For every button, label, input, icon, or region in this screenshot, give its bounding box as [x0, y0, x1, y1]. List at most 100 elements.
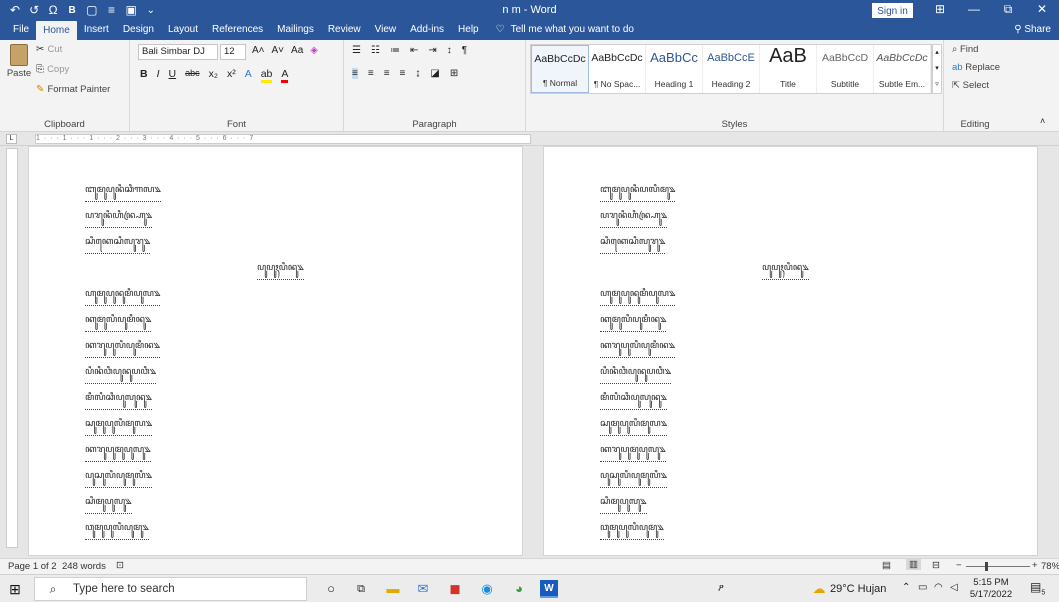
text-line[interactable]: ꦥꦫꦸꦤꦶꦲꦶꦤ꧀ꦲꦿꦸ꧉ [600, 207, 668, 228]
clear-format-icon[interactable]: ◈ [310, 45, 318, 56]
numbering-icon[interactable]: ☷ [371, 45, 380, 56]
find-button[interactable]: ⌕ Find [952, 44, 978, 55]
text-line[interactable]: ꦥꦸꦱꦸꦭꦶꦥꦸꦩꦸꦭꦶ꧉ [85, 467, 153, 488]
increase-indent-icon[interactable]: ⇥ [428, 45, 436, 56]
justify-icon[interactable]: ≡ [400, 68, 406, 79]
text-line[interactable]: ꦏꦸꦩꦸꦭꦶꦥꦸꦩꦶꦤꦸ꧉ [600, 311, 667, 332]
text-line[interactable]: ꦩꦶꦭꦶꦕꦶꦥꦸꦭꦸꦤꦸ꧉ [85, 389, 152, 410]
style-heading-1[interactable]: AaBbCc Heading 1 [646, 45, 703, 93]
save-icon[interactable]: ▣ [125, 3, 136, 17]
notification-icon[interactable]: ▤5 [1030, 580, 1045, 596]
tab-insert[interactable]: Insert [77, 20, 116, 40]
omega-icon[interactable]: Ω [48, 3, 58, 17]
text-line[interactable]: ꦱꦶꦩꦸꦥꦸꦭꦸ꧉ [85, 493, 132, 514]
text-effects-icon[interactable]: A [245, 68, 252, 83]
page-right[interactable]: ꦧꦸꦩꦸꦥꦸꦤꦶꦥꦭꦶꦩꦸ꧉ ꦥꦫꦸꦤꦶꦲꦶꦤ꧀ꦲꦿꦸ꧉ ꦱꦶꦏꦺꦱꦶꦭꦸꦫꦸ꧉… [543, 146, 1038, 556]
text-line[interactable]: ꦩꦶꦭꦶꦕꦶꦥꦸꦭꦸꦤꦸ꧉ [600, 389, 667, 410]
clock[interactable]: 5:15 PM 5/17/2022 [966, 577, 1016, 601]
tab-layout[interactable]: Layout [161, 20, 205, 40]
text-line[interactable]: ꦱꦶꦏꦺꦱꦶꦭꦸꦫꦸ꧉ [85, 233, 151, 254]
word-count[interactable]: 248 words [62, 561, 106, 572]
text-line[interactable]: ꦱꦶꦩꦸꦥꦸꦭꦸ꧉ [600, 493, 647, 514]
print-layout-icon[interactable]: ▥ [906, 559, 921, 570]
windows-start-icon[interactable]: ⊞ [6, 580, 24, 598]
style-heading-2[interactable]: AaBbCcE Heading 2 [703, 45, 760, 93]
page-left[interactable]: ꦧꦸꦩꦸꦥꦸꦤꦶꦕꦶꦒꦭ꧉ ꦥꦫꦸꦤꦶꦲꦶꦤ꧀ꦲꦿꦸ꧉ ꦱꦶꦏꦺꦱꦶꦭꦸꦫꦸ꧉ … [28, 146, 523, 556]
text-line[interactable]: ꦏꦫꦸꦥꦸꦩꦸꦥꦸꦭꦸ꧉ [600, 441, 666, 462]
text-line-centered[interactable]: ꦥꦸꦥꦸꦃꦥꦶꦤꦸ꧉ [762, 259, 809, 280]
cortana-icon[interactable]: ○ [322, 580, 340, 598]
italic-icon[interactable]: I [157, 68, 160, 83]
align-left-icon[interactable]: ≡ [352, 68, 358, 79]
people-icon[interactable]: ዖ [712, 580, 730, 598]
format-painter-button[interactable]: ✎ Format Painter [36, 83, 110, 95]
change-case-icon[interactable]: Aa [291, 45, 303, 56]
proofing-icon[interactable]: ⊡ [116, 560, 124, 571]
collapse-ribbon-icon[interactable]: ˄ [1040, 116, 1045, 126]
align-right-icon[interactable]: ≡ [384, 68, 390, 79]
text-line[interactable]: ꦲꦸꦩꦸꦥꦸꦤꦸꦩꦶꦥꦸꦭ꧉ [85, 285, 161, 306]
chrome-icon[interactable]: ◕ [510, 580, 528, 598]
multilevel-list-icon[interactable]: ≔ [390, 45, 400, 56]
tab-mailings[interactable]: Mailings [270, 20, 321, 40]
bold-icon[interactable]: B [140, 68, 148, 83]
text-line[interactable]: ꦮꦸꦩꦸꦥꦸꦭꦶꦥꦸꦩꦸ꧉ [600, 519, 664, 540]
strikethrough-icon[interactable]: abc [185, 68, 200, 83]
close-button[interactable]: ✕ [1027, 2, 1057, 16]
text-line[interactable]: ꦱꦶꦏꦺꦱꦶꦭꦸꦫꦸ꧉ [600, 233, 666, 254]
text-line[interactable]: ꦥꦫꦸꦤꦶꦲꦶꦤ꧀ꦲꦿꦸ꧉ [85, 207, 153, 228]
volume-icon[interactable]: ◁ [950, 582, 958, 593]
shading-icon[interactable]: ◪ [430, 68, 439, 79]
superscript-icon[interactable]: x² [227, 68, 236, 83]
font-name-box[interactable]: Bali Simbar DJ [138, 44, 218, 60]
word-taskbar-icon[interactable]: W [540, 580, 558, 598]
text-line[interactable]: ꦲꦸꦩꦸꦥꦸꦤꦸꦩꦶꦥꦸꦭ꧉ [600, 285, 676, 306]
zoom-in-button[interactable]: + [1032, 560, 1038, 571]
font-color-icon[interactable]: A [281, 68, 289, 83]
zoom-slider-thumb[interactable] [985, 562, 988, 571]
tab-design[interactable]: Design [116, 20, 161, 40]
text-line-centered[interactable]: ꦥꦸꦥꦸꦃꦥꦶꦤꦸ꧉ [257, 259, 304, 280]
text-line[interactable]: ꦮꦸꦩꦸꦥꦸꦭꦶꦥꦸꦩꦸ꧉ [85, 519, 149, 540]
share-button[interactable]: ⚲ Share [1014, 20, 1051, 40]
underline-icon[interactable]: U [169, 68, 177, 83]
store-icon[interactable]: ◼ [446, 580, 464, 598]
style-no-spacing[interactable]: AaBbCcDc ¶ No Spac... [589, 45, 646, 93]
battery-icon[interactable]: ▭ [918, 582, 927, 593]
decrease-indent-icon[interactable]: ⇤ [410, 45, 418, 56]
customize-toolbar-icon[interactable]: ⌄ [146, 5, 156, 16]
paste-button[interactable]: Paste [6, 44, 32, 79]
text-line[interactable]: ꦱꦸꦩꦸꦥꦸꦭꦶꦩꦸꦭ꧉ [85, 415, 153, 436]
grow-font-icon[interactable]: A˄ [252, 45, 265, 56]
pilcrow-icon[interactable]: ¶ [462, 45, 467, 56]
styles-scroll-arrows[interactable]: ▴ ▾ ▿ [932, 44, 942, 94]
taskbar-search[interactable]: Type here to search [34, 577, 307, 601]
tab-review[interactable]: Review [321, 20, 368, 40]
text-line[interactable]: ꦧꦸꦩꦸꦥꦸꦤꦶꦕꦶꦒꦭ꧉ [85, 181, 161, 202]
tab-help[interactable]: Help [451, 20, 486, 40]
copy-button[interactable]: ⎘ Copy [36, 63, 69, 75]
replace-button[interactable]: ab Replace [952, 62, 1000, 73]
zoom-level[interactable]: 78% [1041, 561, 1059, 572]
tray-expand-icon[interactable]: ⌃ [902, 582, 910, 593]
subscript-icon[interactable]: x₂ [209, 68, 218, 83]
tab-view[interactable]: View [368, 20, 404, 40]
undo-icon[interactable]: ↶ [10, 3, 20, 17]
touch-mode-icon[interactable]: ≡ [106, 3, 116, 17]
file-explorer-icon[interactable]: ▬ [384, 580, 402, 598]
wifi-icon[interactable]: ◠ [934, 582, 943, 593]
style-subtitle[interactable]: AaBbCcD Subtitle [817, 45, 874, 93]
tell-me-box[interactable]: ♡ Tell me what you want to do [486, 20, 634, 40]
edge-icon[interactable]: ◉ [478, 580, 496, 598]
style-title[interactable]: AaB Title [760, 45, 817, 93]
text-line[interactable]: ꦥꦸꦱꦸꦭꦶꦥꦸꦩꦸꦭꦶ꧉ [600, 467, 668, 488]
style-normal[interactable]: AaBbCcDc ¶ Normal [531, 45, 589, 93]
tab-references[interactable]: References [205, 20, 270, 40]
shrink-font-icon[interactable]: A˅ [272, 45, 285, 56]
text-line[interactable]: ꦧꦸꦩꦸꦥꦸꦤꦶꦥꦭꦶꦩꦸ꧉ [600, 181, 676, 202]
mail-icon[interactable]: ✉ [414, 580, 432, 598]
web-layout-icon[interactable]: ⊟ [932, 560, 940, 571]
tab-file[interactable]: File [6, 20, 36, 40]
text-line[interactable]: ꦏꦫꦸꦥꦸꦭꦶꦥꦸꦩꦶꦤ꧉ [600, 337, 676, 358]
font-size-box[interactable]: 12 [220, 44, 246, 60]
